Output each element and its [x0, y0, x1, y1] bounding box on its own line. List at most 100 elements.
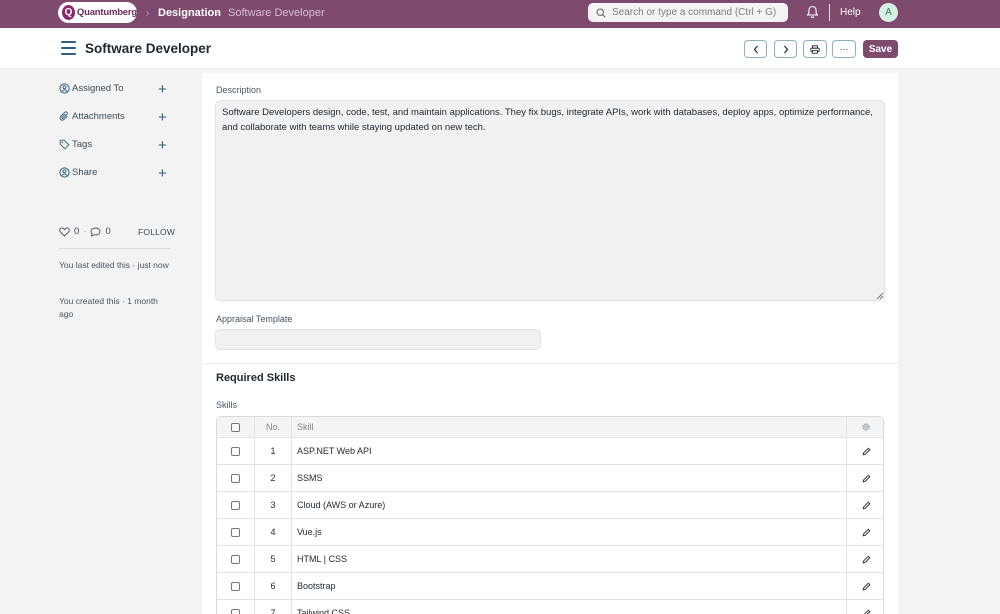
row-select-cell — [217, 492, 255, 518]
edit-pencil-icon[interactable] — [862, 528, 871, 537]
table-row[interactable]: 6 Bootstrap — [217, 573, 883, 600]
heart-icon[interactable] — [59, 227, 70, 237]
appraisal-template-field[interactable] — [215, 329, 541, 350]
page-header: Software Developer ··· Save — [0, 28, 1000, 69]
column-settings-cell — [847, 417, 883, 437]
column-header-skill: Skill — [292, 417, 847, 437]
row-checkbox[interactable] — [231, 554, 240, 564]
row-select-cell — [217, 519, 255, 545]
select-all-checkbox[interactable] — [231, 422, 240, 432]
description-label: Description — [216, 85, 262, 95]
skills-label: Skills — [216, 400, 238, 410]
sidebar-item-assigned-to[interactable]: Assigned To — [59, 83, 124, 94]
next-record-button[interactable] — [774, 40, 797, 58]
logo-mark-icon: Q — [62, 5, 75, 20]
sidebar-item-attachments[interactable]: Attachments — [59, 111, 125, 122]
user-plus-icon — [59, 83, 70, 94]
skill-cell[interactable]: Bootstrap — [292, 573, 847, 599]
save-button[interactable]: Save — [863, 40, 898, 58]
edit-pencil-icon[interactable] — [862, 555, 871, 564]
row-select-cell — [217, 600, 255, 614]
row-checkbox[interactable] — [231, 527, 240, 537]
skill-cell[interactable]: SSMS — [292, 465, 847, 491]
table-row[interactable]: 1 ASP.NET Web API — [217, 438, 883, 465]
row-edit-cell — [847, 492, 883, 518]
row-checkbox[interactable] — [231, 473, 240, 483]
table-row[interactable]: 5 HTML | CSS — [217, 546, 883, 573]
print-button[interactable] — [803, 40, 827, 58]
row-edit-cell — [847, 465, 883, 491]
section-title: Required Skills — [216, 372, 296, 384]
breadcrumb-designation[interactable]: Designation — [158, 7, 221, 19]
row-edit-cell — [847, 600, 883, 614]
page-title: Software Developer — [85, 41, 212, 56]
sidebar-item-tags[interactable]: Tags — [59, 139, 92, 150]
edit-pencil-icon[interactable] — [862, 474, 871, 483]
help-menu[interactable]: Help — [840, 7, 861, 18]
add-share-icon[interactable]: + — [158, 166, 167, 181]
skill-cell[interactable]: Vue.js — [292, 519, 847, 545]
row-select-cell — [217, 573, 255, 599]
row-checkbox[interactable] — [231, 581, 240, 591]
row-number: 2 — [255, 465, 292, 491]
breadcrumb-current[interactable]: Software Developer — [228, 7, 325, 19]
skill-cell[interactable]: ASP.NET Web API — [292, 438, 847, 464]
row-checkbox[interactable] — [231, 446, 240, 456]
skill-cell[interactable]: Cloud (AWS or Azure) — [292, 492, 847, 518]
edit-pencil-icon[interactable] — [862, 501, 871, 510]
user-avatar[interactable]: A — [879, 3, 898, 22]
skill-cell[interactable]: Tailwind CSS — [292, 600, 847, 614]
created-note: You created this · 1 month ago — [59, 296, 158, 319]
table-row[interactable]: 4 Vue.js — [217, 519, 883, 546]
gear-icon[interactable] — [861, 422, 871, 432]
sidebar-item-label: Share — [72, 167, 98, 178]
row-number: 4 — [255, 519, 292, 545]
edit-pencil-icon[interactable] — [862, 582, 871, 591]
edit-pencil-icon[interactable] — [862, 447, 871, 456]
column-header-no: No. — [255, 417, 292, 437]
section-divider — [202, 363, 898, 364]
appraisal-template-label: Appraisal Template — [216, 314, 293, 324]
skill-cell[interactable]: HTML | CSS — [292, 546, 847, 572]
comment-count: 0 — [105, 226, 111, 237]
sidebar-item-label: Assigned To — [72, 83, 124, 94]
row-select-cell — [217, 465, 255, 491]
search-input[interactable] — [612, 7, 782, 18]
select-all-cell — [217, 417, 255, 437]
previous-record-button[interactable] — [744, 40, 767, 58]
description-textarea[interactable]: Software Developers design, code, test, … — [215, 100, 885, 301]
row-number: 1 — [255, 438, 292, 464]
search-bar[interactable] — [588, 3, 788, 22]
navbar-divider — [829, 4, 830, 21]
sidebar-divider — [59, 248, 171, 249]
follow-button[interactable]: FOLLOW — [138, 227, 175, 237]
search-icon — [596, 7, 606, 18]
row-number: 7 — [255, 600, 292, 614]
notification-bell-icon[interactable] — [806, 5, 819, 19]
table-row[interactable]: 7 Tailwind CSS — [217, 600, 883, 614]
row-checkbox[interactable] — [231, 608, 240, 614]
table-body: 1 ASP.NET Web API 2 SSMS 3 Cloud (AWS or Azur… — [217, 438, 883, 614]
edit-pencil-icon[interactable] — [862, 609, 871, 614]
sidebar-toggle-icon[interactable] — [61, 41, 76, 55]
add-attachment-icon[interactable]: + — [158, 110, 167, 125]
more-actions-button[interactable]: ··· — [832, 40, 856, 58]
sidebar-item-label: Tags — [72, 139, 93, 150]
table-row[interactable]: 3 Cloud (AWS or Azure) — [217, 492, 883, 519]
row-checkbox[interactable] — [231, 500, 240, 510]
row-edit-cell — [847, 546, 883, 572]
add-assignee-icon[interactable]: + — [158, 82, 167, 97]
add-tag-icon[interactable]: + — [158, 138, 167, 153]
breadcrumb-separator-icon: › — [146, 8, 150, 19]
comment-icon[interactable] — [90, 227, 101, 237]
row-select-cell — [217, 438, 255, 464]
row-number: 6 — [255, 573, 292, 599]
sidebar-item-label: Attachments — [72, 111, 125, 122]
table-row[interactable]: 2 SSMS — [217, 465, 883, 492]
row-edit-cell — [847, 438, 883, 464]
row-select-cell — [217, 546, 255, 572]
resize-handle-icon[interactable] — [876, 292, 884, 300]
brand-logo[interactable]: Q Quantumberg — [58, 2, 137, 23]
top-navbar: Q Quantumberg › Designation › Software D… — [0, 0, 1000, 28]
sidebar-item-share[interactable]: Share — [59, 167, 97, 178]
